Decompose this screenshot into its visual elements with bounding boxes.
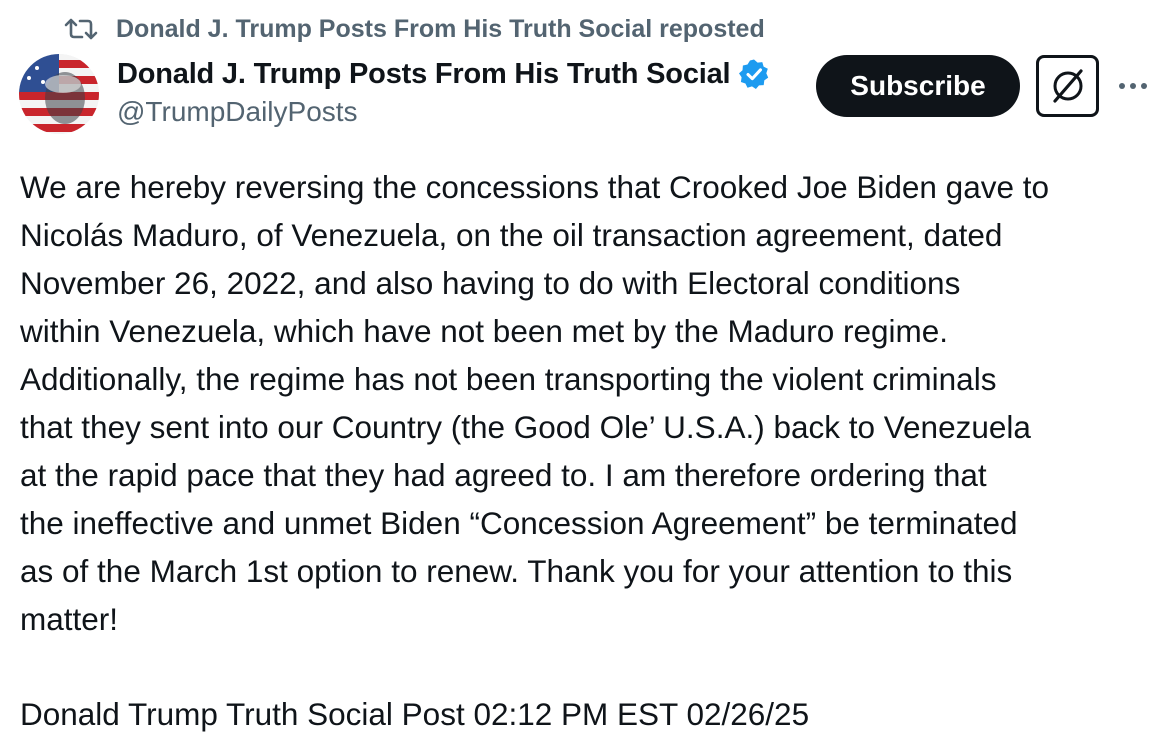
post-text-line: Additionally, the regime has not been tr… (20, 361, 997, 397)
post-text-line: as of the March 1st option to renew. Tha… (20, 553, 1013, 589)
post-text-line: the ineffective and unmet Biden “Concess… (20, 505, 1018, 541)
post-text-line: that they sent into our Country (the Goo… (20, 409, 1031, 445)
post-text-line: We are hereby reversing the concessions … (20, 169, 1050, 205)
post-source-line: Donald Trump Truth Social Post 02:12 PM … (20, 696, 810, 732)
verified-badge-icon (739, 59, 769, 89)
author-handle[interactable]: @TrumpDailyPosts (117, 96, 770, 128)
more-options-button[interactable] (1114, 70, 1152, 102)
post-text-line: Nicolás Maduro, of Venezuela, on the oil… (20, 217, 1003, 253)
display-name[interactable]: Donald J. Trump Posts From His Truth Soc… (117, 58, 731, 91)
name-row: Donald J. Trump Posts From His Truth Soc… (117, 56, 770, 92)
grok-icon (1052, 69, 1083, 103)
avatar[interactable] (19, 54, 99, 134)
grok-button[interactable] (1036, 55, 1099, 117)
post-text-line: November 26, 2022, and also having to do… (20, 265, 961, 301)
more-icon (1119, 83, 1147, 89)
avatar-image (19, 54, 99, 134)
post-text-line: matter! (20, 601, 119, 637)
author-info: Donald J. Trump Posts From His Truth Soc… (117, 56, 770, 128)
repost-label: Donald J. Trump Posts From His Truth Soc… (116, 14, 765, 43)
post-text-line: within Venezuela, which have not been me… (20, 313, 949, 349)
post-text: We are hereby reversing the concessions … (20, 163, 1160, 643)
subscribe-button[interactable]: Subscribe (816, 55, 1020, 117)
repost-context[interactable]: Donald J. Trump Posts From His Truth Soc… (64, 12, 765, 46)
post-text-line: at the rapid pace that they had agreed t… (20, 457, 987, 493)
repost-icon (64, 18, 98, 40)
